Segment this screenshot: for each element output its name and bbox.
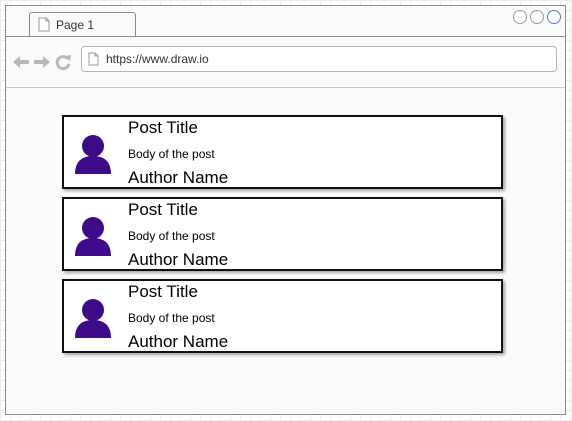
address-bar[interactable]: https://www.draw.io — [81, 46, 557, 72]
post-author: Author Name — [128, 168, 229, 187]
post-body: Body of the post — [128, 311, 215, 325]
user-icon — [74, 216, 112, 261]
post-author: Author Name — [128, 332, 229, 351]
post-card[interactable]: Post Title Body of the post Author Name — [62, 197, 503, 271]
page-icon — [88, 52, 99, 71]
window-button[interactable] — [513, 10, 527, 24]
post-card[interactable]: Post Title Body of the post Author Name — [62, 279, 503, 353]
back-arrow-icon[interactable] — [12, 54, 30, 75]
nav-divider — [6, 87, 565, 88]
tab-page-1[interactable]: Page 1 — [29, 12, 136, 37]
nav-controls — [12, 53, 72, 76]
post-title: Post Title — [128, 118, 198, 137]
forward-arrow-icon[interactable] — [33, 54, 51, 75]
user-icon — [74, 298, 112, 343]
tab-label: Page 1 — [56, 18, 95, 32]
window-button[interactable] — [530, 10, 544, 24]
tab-bar: Page 1 — [6, 6, 565, 37]
reload-icon[interactable] — [54, 53, 72, 76]
post-body: Body of the post — [128, 229, 215, 243]
window-button[interactable] — [547, 10, 561, 24]
post-card[interactable]: Post Title Body of the post Author Name — [62, 115, 503, 189]
post-body: Body of the post — [128, 147, 215, 161]
post-title: Post Title — [128, 282, 198, 301]
post-title: Post Title — [128, 200, 198, 219]
page-icon — [38, 17, 50, 37]
navigation-bar: https://www.draw.io — [6, 37, 565, 85]
url-text: https://www.draw.io — [106, 52, 209, 66]
post-author: Author Name — [128, 250, 229, 269]
user-icon — [74, 134, 112, 179]
window-controls — [513, 10, 561, 24]
